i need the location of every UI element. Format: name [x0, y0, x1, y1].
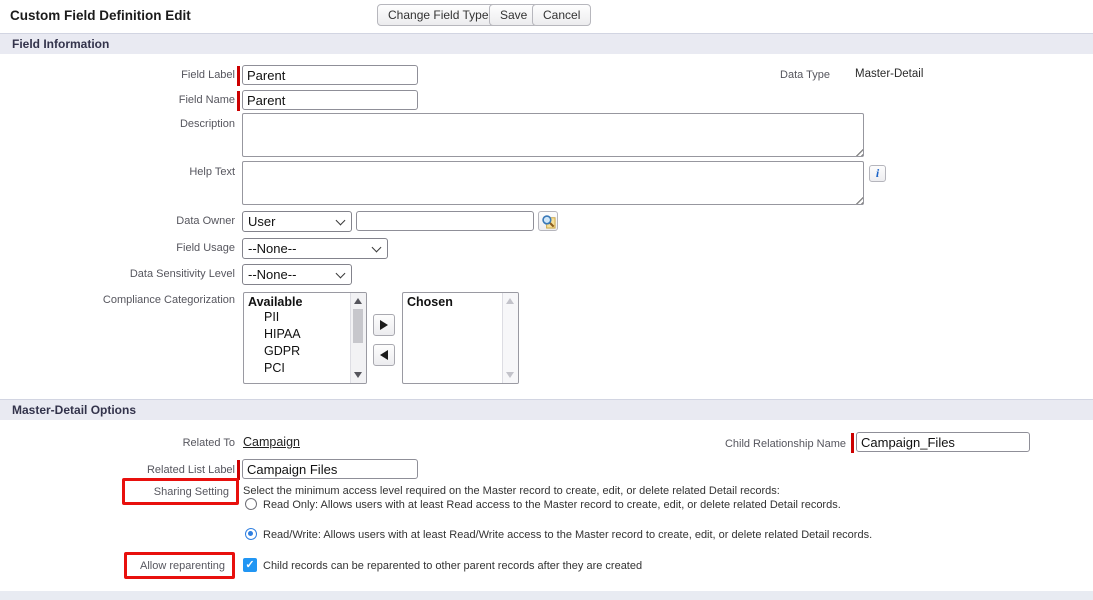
list-item[interactable]: HIPAA	[244, 326, 366, 343]
read-write-radio-label: Read/Write: Allows users with at least R…	[263, 529, 872, 541]
required-marker	[237, 460, 240, 480]
required-marker	[851, 433, 854, 453]
page-title: Custom Field Definition Edit	[10, 8, 191, 23]
data-owner-entity-select[interactable]: User	[242, 211, 352, 232]
list-item[interactable]: PCI	[244, 360, 366, 377]
master-detail-options-section-title: Master-Detail Options	[12, 403, 136, 417]
chevron-down-icon	[336, 269, 346, 279]
chosen-listbox[interactable]: Chosen	[402, 292, 519, 384]
available-listbox-header: Available	[244, 293, 366, 309]
child-relationship-name-label: Child Relationship Name	[610, 438, 846, 450]
scroll-up-icon[interactable]	[354, 298, 362, 304]
field-label-input[interactable]	[242, 65, 418, 85]
allow-reparenting-annotation-box: Allow reparenting	[124, 552, 235, 579]
check-icon: ✓	[245, 558, 254, 572]
child-relationship-name-input[interactable]	[856, 432, 1030, 452]
sharing-setting-intro: Select the minimum access level required…	[243, 485, 780, 497]
help-text-info-button[interactable]: i	[869, 165, 886, 182]
left-arrow-icon	[380, 350, 388, 360]
compliance-categorization-label: Compliance Categorization	[0, 294, 235, 306]
field-label-label: Field Label	[0, 69, 235, 81]
required-marker	[237, 66, 240, 86]
lookup-icon	[541, 214, 556, 229]
save-button[interactable]: Save	[489, 4, 538, 26]
master-detail-options-section-header: Master-Detail Options	[0, 399, 1093, 420]
data-owner-lookup-button[interactable]	[538, 211, 558, 231]
allow-reparenting-checkbox[interactable]: ✓	[243, 558, 257, 572]
custom-field-definition-edit-page: { "header": { "title": "Custom Field Def…	[0, 0, 1093, 599]
data-type-label: Data Type	[700, 69, 830, 81]
scroll-up-icon	[506, 298, 514, 304]
add-to-chosen-button[interactable]	[373, 314, 395, 336]
read-write-radio[interactable]	[245, 528, 257, 540]
list-item[interactable]: PII	[244, 309, 366, 326]
description-label: Description	[0, 118, 235, 130]
field-name-input[interactable]	[242, 90, 418, 110]
allow-reparenting-checkbox-label: Child records can be reparented to other…	[263, 560, 642, 572]
help-text-label: Help Text	[0, 166, 235, 178]
scrollbar-thumb[interactable]	[353, 309, 363, 343]
help-text-textarea[interactable]	[242, 161, 864, 205]
scroll-down-icon	[506, 372, 514, 378]
scrollbar[interactable]	[350, 293, 366, 383]
allow-reparenting-label: Allow reparenting	[140, 560, 225, 572]
data-sensitivity-level-label: Data Sensitivity Level	[0, 268, 235, 280]
data-owner-search-input[interactable]	[356, 211, 534, 231]
field-usage-select[interactable]: --None--	[242, 238, 388, 259]
required-marker	[237, 91, 240, 111]
related-list-label-label: Related List Label	[0, 464, 235, 476]
list-item[interactable]: GDPR	[244, 343, 366, 360]
scroll-down-icon[interactable]	[354, 372, 362, 378]
chosen-listbox-header: Chosen	[403, 293, 518, 309]
data-type-value: Master-Detail	[855, 68, 923, 80]
field-usage-label: Field Usage	[0, 242, 235, 254]
read-only-radio-label: Read Only: Allows users with at least Re…	[263, 499, 841, 511]
field-information-section-header: Field Information	[0, 33, 1093, 54]
read-only-radio[interactable]	[245, 498, 257, 510]
info-icon: i	[876, 166, 879, 181]
scrollbar[interactable]	[502, 293, 518, 383]
data-sensitivity-level-select[interactable]: --None--	[242, 264, 352, 285]
right-arrow-icon	[380, 320, 388, 330]
sharing-setting-label: Sharing Setting	[154, 486, 229, 498]
chevron-down-icon	[372, 243, 382, 253]
sharing-setting-annotation-box: Sharing Setting	[122, 478, 239, 505]
related-to-label: Related To	[0, 437, 235, 449]
field-information-section-title: Field Information	[12, 37, 109, 51]
remove-from-chosen-button[interactable]	[373, 344, 395, 366]
field-usage-value: --None--	[248, 241, 296, 256]
data-owner-label: Data Owner	[0, 215, 235, 227]
data-sensitivity-level-value: --None--	[248, 267, 296, 282]
change-field-type-button[interactable]: Change Field Type	[377, 4, 500, 26]
description-textarea[interactable]	[242, 113, 864, 157]
field-name-label: Field Name	[0, 94, 235, 106]
data-owner-entity-value: User	[248, 214, 275, 229]
related-list-label-input[interactable]	[242, 459, 418, 479]
cancel-button[interactable]: Cancel	[532, 4, 591, 26]
chevron-down-icon	[336, 216, 346, 226]
available-listbox[interactable]: Available PII HIPAA GDPR PCI	[243, 292, 367, 384]
related-to-link[interactable]: Campaign	[243, 435, 300, 449]
